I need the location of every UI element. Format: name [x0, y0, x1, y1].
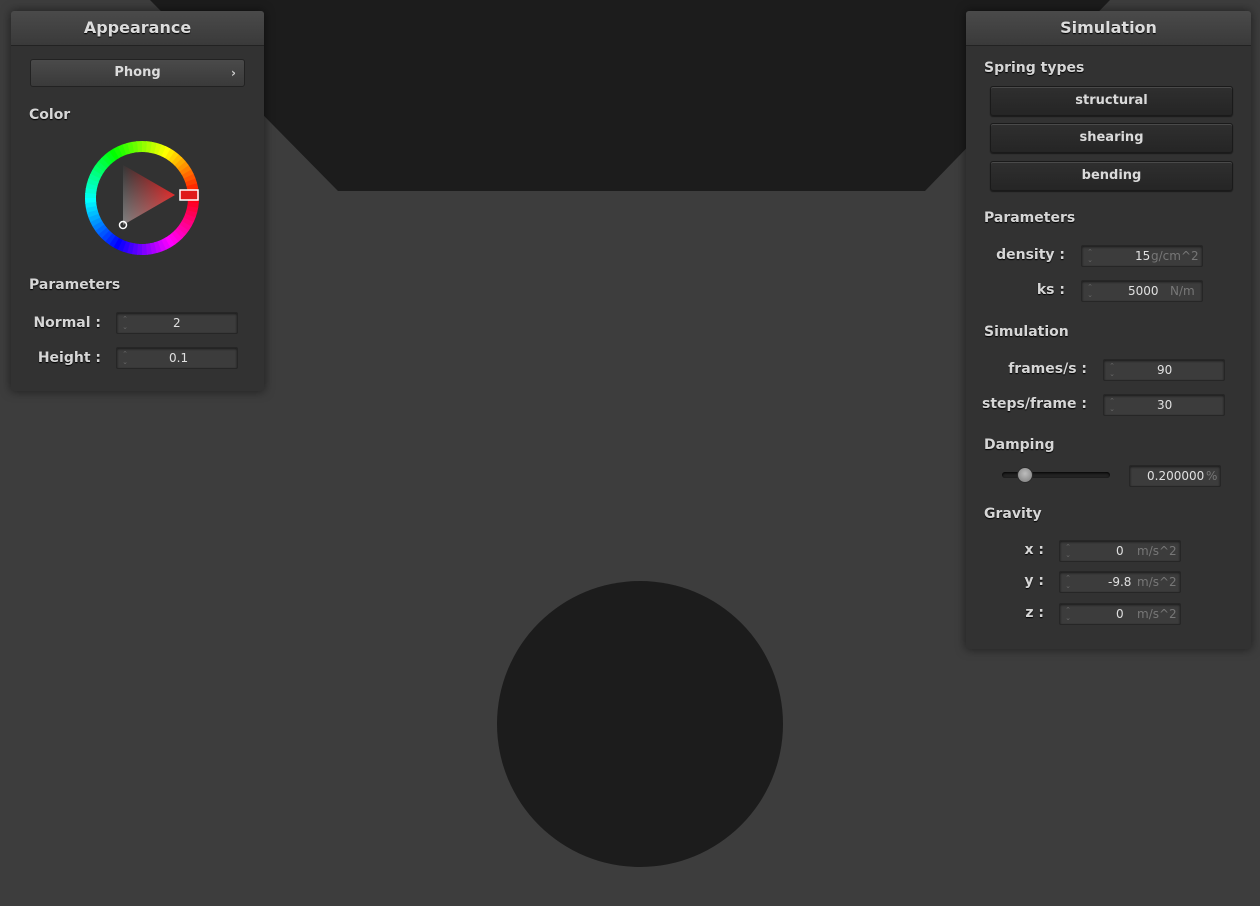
shader-dropdown[interactable]: Phong › — [30, 59, 245, 87]
shearing-button[interactable]: shearing — [990, 123, 1233, 153]
normal-label: Normal : — [33, 315, 101, 331]
gravity-y-unit: m/s^2 — [1137, 575, 1177, 589]
ks-unit: N/m — [1170, 284, 1195, 298]
gravity-label: Gravity — [984, 506, 1042, 522]
damping-label: Damping — [984, 437, 1055, 453]
simulation-panel: Simulation Spring types structural shear… — [966, 11, 1251, 649]
structural-button[interactable]: structural — [990, 86, 1233, 116]
bending-button[interactable]: bending — [990, 161, 1233, 191]
gravity-x-unit: m/s^2 — [1137, 544, 1177, 558]
damping-field[interactable]: 0.200000 % — [1129, 465, 1221, 487]
steps-value: 30 — [1157, 398, 1173, 412]
ks-spinbox[interactable]: ⌃ ⌄ 5000 N/m — [1081, 280, 1203, 302]
gravity-x-value: 0 — [1116, 544, 1124, 558]
spin-arrows-icon[interactable]: ⌃ ⌄ — [1064, 543, 1072, 559]
spin-arrows-icon[interactable]: ⌃ ⌄ — [1108, 397, 1116, 413]
appearance-params-label: Parameters — [29, 277, 121, 293]
normal-spinbox[interactable]: ⌃ ⌄ 2 — [116, 312, 238, 334]
chevron-right-icon: › — [231, 66, 236, 80]
sim-params-label: Parameters — [984, 210, 1076, 226]
shader-dropdown-label: Phong — [114, 65, 161, 80]
gravity-y-spinbox[interactable]: ⌃ ⌄ -9.8 m/s^2 — [1059, 571, 1181, 593]
spin-arrows-icon[interactable]: ⌃ ⌄ — [121, 350, 129, 366]
density-value: 15 — [1135, 249, 1151, 263]
ks-value: 5000 — [1128, 284, 1159, 298]
sim-section-label: Simulation — [984, 324, 1069, 340]
gravity-z-label: z : — [1025, 605, 1044, 621]
height-value: 0.1 — [169, 351, 189, 365]
color-section-label: Color — [29, 107, 71, 123]
gravity-z-spinbox[interactable]: ⌃ ⌄ 0 m/s^2 — [1059, 603, 1181, 625]
spin-arrows-icon[interactable]: ⌃ ⌄ — [1086, 248, 1094, 264]
spring-types-label: Spring types — [984, 60, 1085, 76]
appearance-panel-title[interactable]: Appearance — [11, 11, 264, 46]
gravity-x-label: x : — [1024, 542, 1044, 558]
sphere-object — [497, 581, 783, 867]
gravity-y-label: y : — [1024, 573, 1044, 589]
hue-selector-handle[interactable] — [179, 189, 199, 201]
gravity-z-value: 0 — [1116, 607, 1124, 621]
spin-arrows-icon[interactable]: ⌃ ⌄ — [1086, 283, 1094, 299]
spin-arrows-icon[interactable]: ⌃ ⌄ — [121, 315, 129, 331]
simulation-panel-title[interactable]: Simulation — [966, 11, 1251, 46]
density-spinbox[interactable]: ⌃ ⌄ 15 g/cm^2 — [1081, 245, 1203, 267]
color-triangle-white — [123, 165, 175, 225]
gravity-y-value: -9.8 — [1108, 575, 1132, 589]
steps-spinbox[interactable]: ⌃ ⌄ 30 — [1103, 394, 1225, 416]
density-unit: g/cm^2 — [1151, 249, 1199, 263]
ks-label: ks : — [1036, 282, 1065, 298]
density-label: density : — [996, 247, 1065, 263]
gravity-x-spinbox[interactable]: ⌃ ⌄ 0 m/s^2 — [1059, 540, 1181, 562]
color-wheel[interactable] — [82, 138, 202, 258]
damping-unit: % — [1206, 469, 1218, 483]
normal-value: 2 — [173, 316, 181, 330]
height-spinbox[interactable]: ⌃ ⌄ 0.1 — [116, 347, 238, 369]
gravity-z-unit: m/s^2 — [1137, 607, 1177, 621]
steps-label: steps/frame : — [982, 396, 1087, 412]
fps-spinbox[interactable]: ⌃ ⌄ 90 — [1103, 359, 1225, 381]
fps-value: 90 — [1157, 363, 1173, 377]
spin-arrows-icon[interactable]: ⌃ ⌄ — [1108, 362, 1116, 378]
height-label: Height : — [37, 350, 101, 366]
damping-slider-knob[interactable] — [1016, 467, 1033, 483]
appearance-panel: Appearance Phong › Color Parameters Norm… — [11, 11, 264, 391]
spin-arrows-icon[interactable]: ⌃ ⌄ — [1064, 574, 1072, 590]
damping-value: 0.200000 — [1147, 469, 1205, 483]
spin-arrows-icon[interactable]: ⌃ ⌄ — [1064, 606, 1072, 622]
fps-label: frames/s : — [1008, 361, 1087, 377]
